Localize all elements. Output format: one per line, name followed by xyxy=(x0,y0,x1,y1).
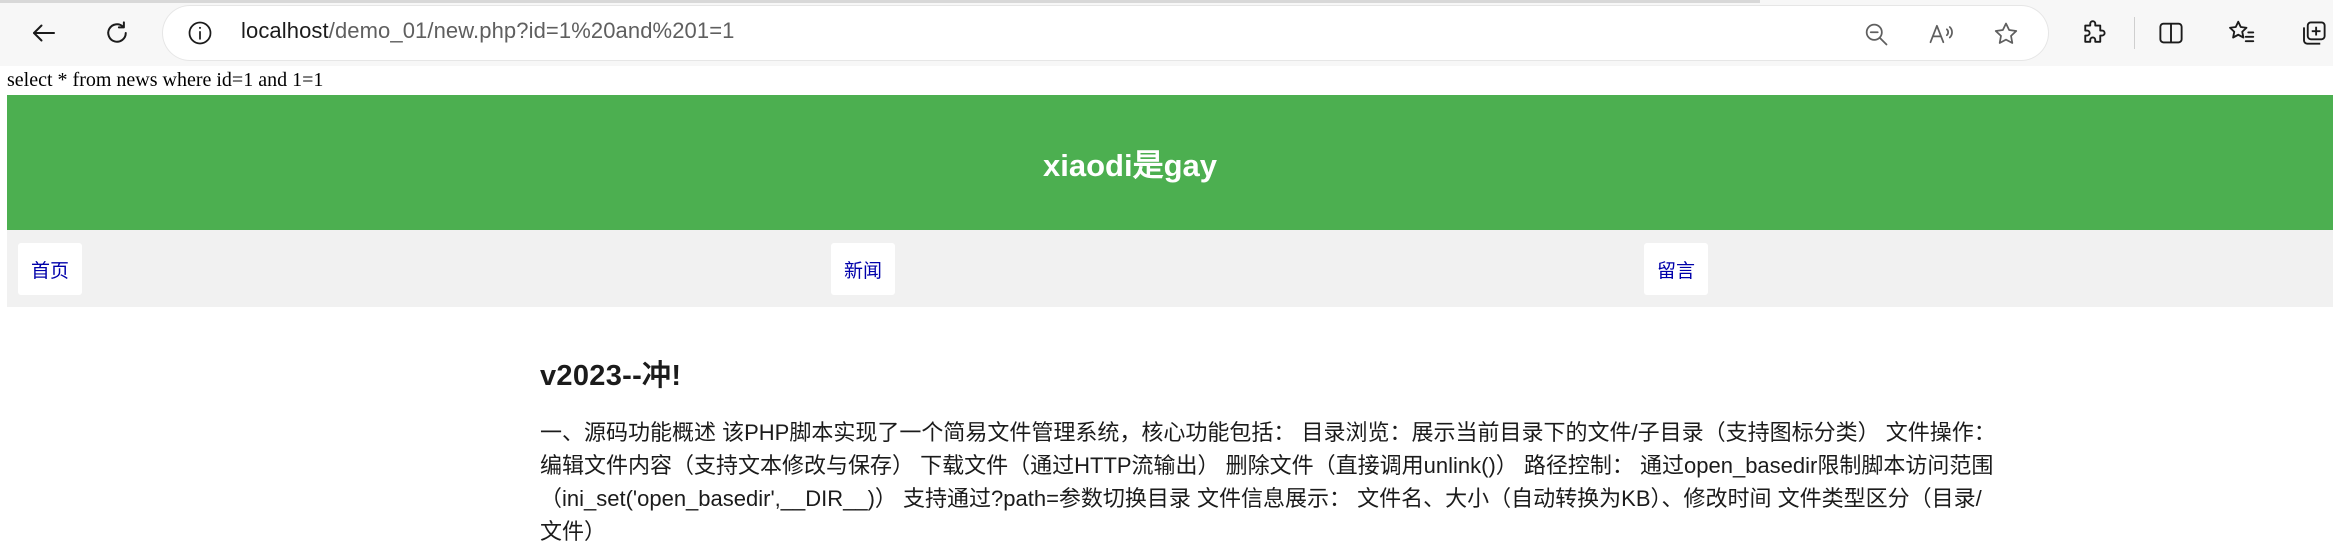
nav-item-home[interactable]: 首页 xyxy=(18,243,83,295)
star-icon xyxy=(1994,22,2018,44)
collections-icon xyxy=(2303,21,2326,45)
favorite-button[interactable] xyxy=(1988,16,2024,52)
site-title: xiaodi是gay xyxy=(1043,148,1217,183)
favorites-list-icon xyxy=(2229,20,2255,43)
site-info-button[interactable] xyxy=(183,16,217,50)
browser-toolbar: localhost/demo_01/new.php?id=1%20and%201… xyxy=(0,0,2333,66)
address-bar[interactable]: localhost/demo_01/new.php?id=1%20and%201… xyxy=(163,6,2048,60)
split-screen-button[interactable] xyxy=(2149,11,2193,55)
nav-item-messages[interactable]: 留言 xyxy=(1644,243,1709,295)
toolbar-separator xyxy=(2134,17,2135,49)
refresh-icon xyxy=(107,21,127,43)
extensions-button[interactable] xyxy=(2072,11,2116,55)
back-button[interactable] xyxy=(22,11,66,55)
zoom-out-icon xyxy=(1865,23,1888,46)
url-text[interactable]: localhost/demo_01/new.php?id=1%20and%201… xyxy=(241,18,735,44)
puzzle-icon xyxy=(2084,20,2106,43)
page-load-indicator xyxy=(0,0,1760,3)
info-icon xyxy=(188,21,212,45)
url-host: localhost xyxy=(241,18,329,43)
site-header: xiaodi是gay xyxy=(7,95,2333,230)
read-aloud-icon xyxy=(1929,24,1953,44)
zoom-out-button[interactable] xyxy=(1858,16,1894,52)
article-title: v2023--冲! xyxy=(540,360,682,392)
article: v2023--冲! 一、源码功能概述 该PHP脚本实现了一个简易文件管理系统，核… xyxy=(540,352,2000,548)
nav-item-news[interactable]: 新闻 xyxy=(831,243,896,295)
favorites-button[interactable] xyxy=(2220,11,2264,55)
read-aloud-button[interactable] xyxy=(1923,16,1959,52)
back-arrow-icon xyxy=(33,24,55,42)
article-body: 一、源码功能概述 该PHP脚本实现了一个简易文件管理系统，核心功能包括： 目录浏… xyxy=(540,420,1996,544)
collections-button[interactable] xyxy=(2292,11,2333,55)
split-screen-icon xyxy=(2159,22,2183,44)
sql-query-text: select * from news where id=1 and 1=1 xyxy=(7,69,324,91)
refresh-button[interactable] xyxy=(95,11,139,55)
url-path: /demo_01/new.php?id=1%20and%201=1 xyxy=(328,18,735,43)
nav-bar: 首页 新闻 留言 xyxy=(7,230,2333,307)
